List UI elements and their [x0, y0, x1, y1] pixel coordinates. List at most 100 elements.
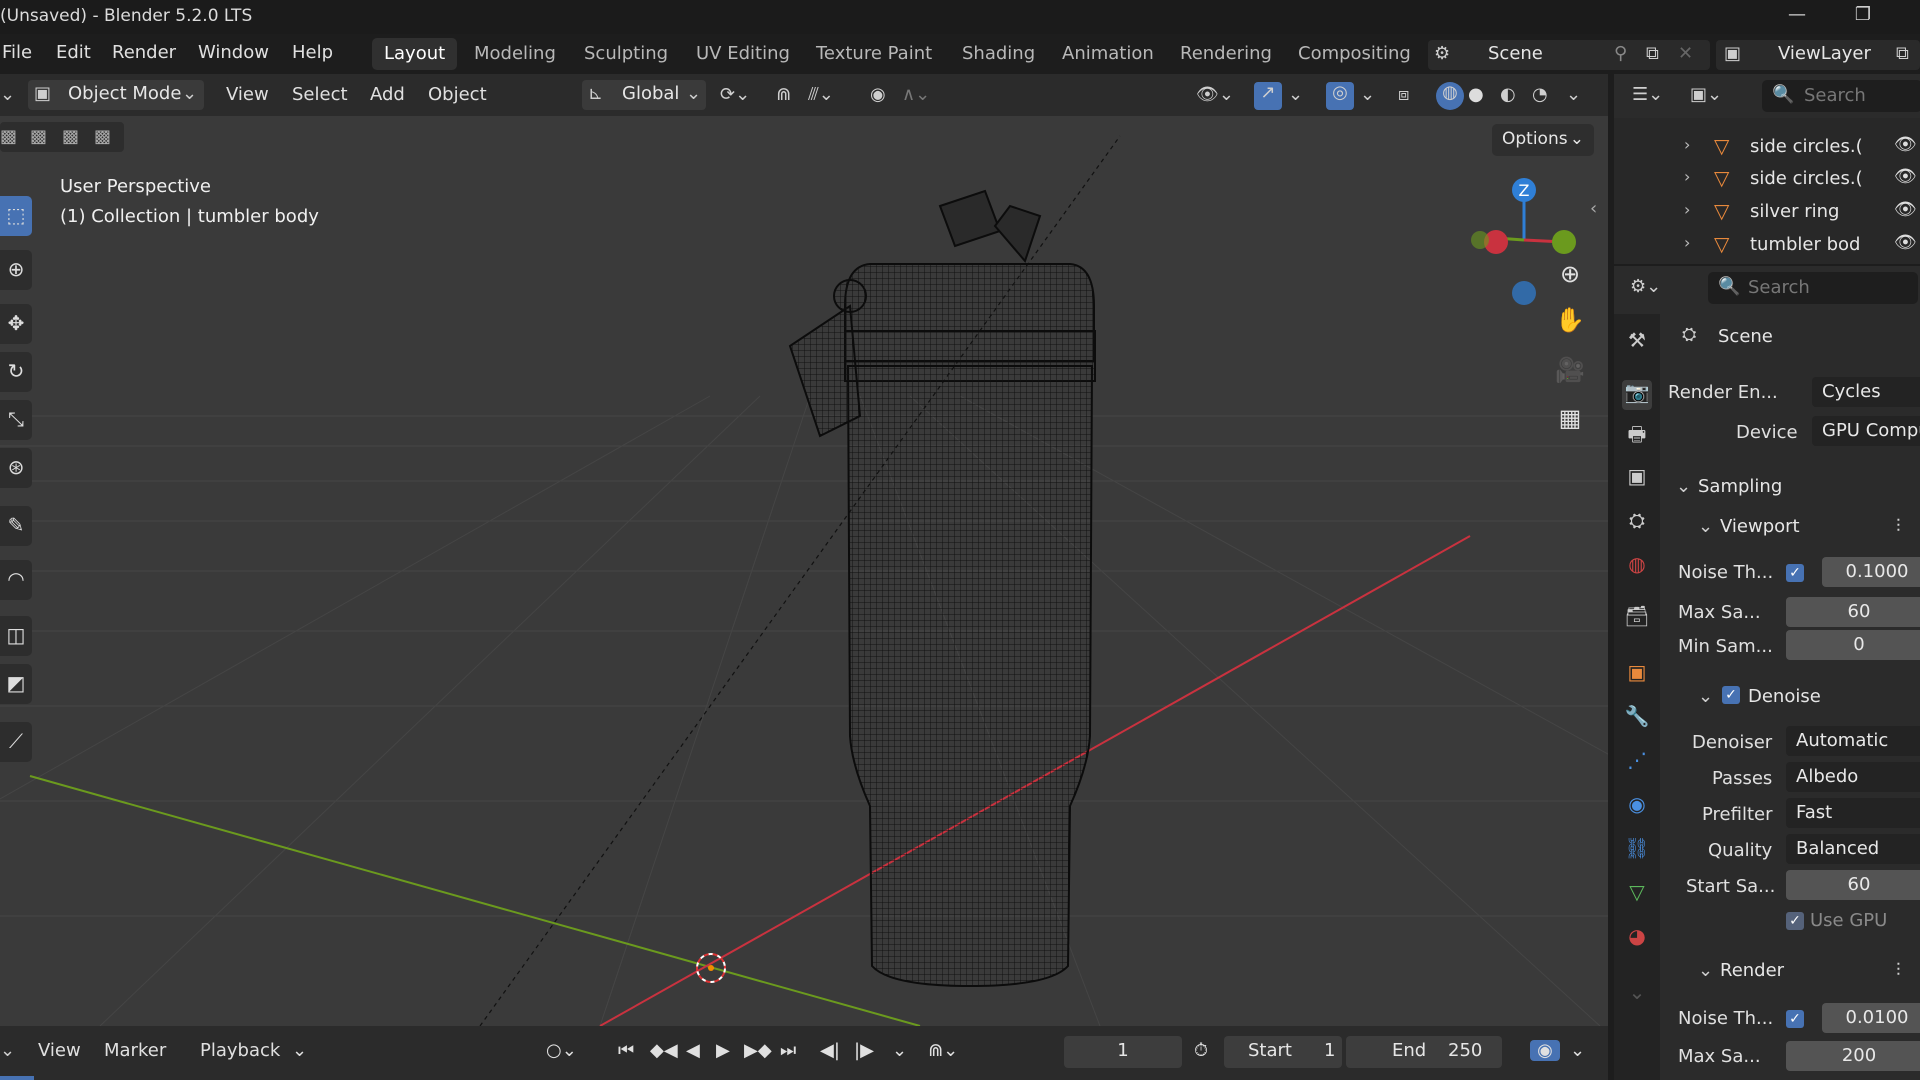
- pin-icon[interactable]: ⚲: [1614, 43, 1627, 64]
- tab-compositing[interactable]: Compositing: [1286, 38, 1423, 70]
- r-max-field[interactable]: 200: [1786, 1041, 1920, 1071]
- snap-target-icon[interactable]: ⫻⌄: [808, 84, 834, 105]
- r-noise-field[interactable]: 0.0100: [1822, 1003, 1920, 1033]
- collapse-sidebar-icon[interactable]: ‹: [1590, 198, 1597, 219]
- object-tab-icon[interactable]: ▣: [1622, 660, 1652, 690]
- chevron-down-icon[interactable]: ⌄: [1566, 84, 1581, 105]
- expand-arrow-icon[interactable]: ›: [1684, 233, 1690, 252]
- next-keyframe-icon[interactable]: ▶◆: [744, 1040, 772, 1061]
- new-view-layer-icon[interactable]: ⧉: [1896, 43, 1909, 64]
- editor-type-chevron-icon[interactable]: ⌄: [0, 1040, 15, 1061]
- output-tab-icon[interactable]: 🖶: [1622, 420, 1652, 450]
- chevron-down-icon[interactable]: ⌄: [1288, 84, 1303, 105]
- sampling-chevron-icon[interactable]: ⌄: [1676, 476, 1691, 497]
- select-box-tool-icon[interactable]: ⬚: [0, 196, 32, 236]
- collection-tab-icon[interactable]: 🗃: [1622, 604, 1652, 634]
- material-shading-icon[interactable]: ◐: [1500, 84, 1516, 105]
- outliner-search-input[interactable]: 🔍 Search: [1762, 80, 1920, 112]
- start-frame-field[interactable]: Start 1: [1224, 1036, 1342, 1068]
- view-layer-tab-icon[interactable]: ▣: [1622, 464, 1652, 494]
- measure-tool-icon[interactable]: ◠: [0, 560, 32, 600]
- perspective-toggle-icon[interactable]: ▦: [1550, 404, 1590, 444]
- camera-view-icon[interactable]: 🎥: [1550, 356, 1590, 396]
- menu-select[interactable]: Select: [292, 84, 348, 105]
- proportional-editing-icon[interactable]: ◉: [870, 84, 886, 105]
- outliner-item[interactable]: › ▽ side circles.( 👁: [1614, 162, 1920, 194]
- scene-selector[interactable]: ⚙ Scene ⚲ ⧉ ✕: [1428, 40, 1710, 70]
- 3d-viewport[interactable]: Z User Perspective (1) Collection | tumb…: [0, 116, 1608, 1026]
- pan-hand-icon[interactable]: ✋: [1550, 306, 1590, 346]
- options-dropdown[interactable]: Options ⌄: [1492, 124, 1594, 156]
- render-subheader[interactable]: Render: [1720, 960, 1784, 981]
- menu-file[interactable]: File: [2, 42, 32, 63]
- select-extend-icon[interactable]: ▩: [30, 126, 47, 147]
- add-cube-tool-icon[interactable]: ◫: [0, 616, 32, 656]
- new-scene-icon[interactable]: ⧉: [1646, 43, 1659, 64]
- overlay-toggle-icon[interactable]: ◎: [1326, 82, 1354, 110]
- rotate-tool-icon[interactable]: ↻: [0, 352, 32, 392]
- outliner-editor-type-icon[interactable]: ☰⌄: [1632, 84, 1663, 105]
- sampling-header[interactable]: Sampling: [1698, 476, 1782, 497]
- timeline-menu-marker[interactable]: Marker: [104, 1040, 166, 1061]
- modifier-tab-icon[interactable]: 🔧: [1622, 704, 1652, 734]
- rendered-shading-icon[interactable]: ◔: [1532, 84, 1548, 105]
- play-reverse-icon[interactable]: ◀: [686, 1040, 700, 1061]
- snap-timeline-icon[interactable]: ⋒⌄: [928, 1040, 958, 1061]
- properties-editor-type-icon[interactable]: ⚙⌄: [1630, 276, 1661, 297]
- eye-icon[interactable]: 👁: [1894, 199, 1917, 220]
- expand-arrow-icon[interactable]: ›: [1684, 167, 1690, 186]
- mode-dropdown[interactable]: ▣ Object Mode ⌄: [28, 80, 204, 110]
- viewport-subheader[interactable]: Viewport: [1720, 516, 1800, 537]
- vp-noise-field[interactable]: 0.1000: [1822, 557, 1920, 587]
- scale-tool-icon[interactable]: ⤡: [0, 400, 32, 440]
- expand-arrow-icon[interactable]: ›: [1684, 135, 1690, 154]
- editor-type-chevron-icon[interactable]: ⌄: [0, 84, 15, 105]
- tab-animation[interactable]: Animation: [1050, 38, 1166, 70]
- visibility-icon[interactable]: 👁⌄: [1196, 84, 1234, 105]
- vp-min-field[interactable]: 0: [1786, 630, 1920, 660]
- timeline-menu-view[interactable]: View: [38, 1040, 81, 1061]
- menu-add[interactable]: Add: [370, 84, 405, 105]
- auto-keying-icon[interactable]: ○⌄: [546, 1040, 577, 1061]
- eye-icon[interactable]: 👁: [1894, 166, 1917, 187]
- material-tab-icon[interactable]: ◕: [1622, 924, 1652, 954]
- scene-tab-icon[interactable]: ⛭: [1622, 508, 1652, 538]
- xray-icon[interactable]: ⧈: [1398, 84, 1409, 105]
- denoise-chevron-icon[interactable]: ⌄: [1698, 686, 1713, 707]
- start-sample-field[interactable]: 60: [1786, 870, 1920, 900]
- view-layer-selector[interactable]: ▣ ViewLayer ⧉: [1716, 40, 1920, 70]
- chevron-down-icon[interactable]: ⌄: [1570, 1040, 1585, 1061]
- jump-start-icon[interactable]: ⏮: [618, 1040, 634, 1061]
- more-tabs-chevron-icon[interactable]: ⌄: [1622, 980, 1652, 1010]
- denoise-subheader[interactable]: Denoise: [1748, 686, 1821, 707]
- use-gpu-checkbox[interactable]: ✓: [1786, 912, 1804, 930]
- viewport-chevron-icon[interactable]: ⌄: [1698, 516, 1713, 537]
- snap-icon[interactable]: ⋒: [776, 84, 791, 105]
- stopwatch-icon[interactable]: ⏱: [1194, 1040, 1208, 1061]
- transform-tool-icon[interactable]: ⊛: [0, 448, 32, 488]
- tumbler-mesh[interactable]: [788, 189, 1096, 988]
- menu-help[interactable]: Help: [292, 42, 333, 63]
- select-new-icon[interactable]: ▩: [0, 126, 17, 147]
- tab-sculpting[interactable]: Sculpting: [572, 38, 680, 70]
- tab-uv-editing[interactable]: UV Editing: [684, 38, 802, 70]
- render-tab-icon[interactable]: 📷: [1622, 380, 1652, 410]
- tool-tab-icon[interactable]: ⚒: [1622, 328, 1652, 358]
- data-tab-icon[interactable]: ▽: [1622, 880, 1652, 910]
- vp-max-field[interactable]: 60: [1786, 597, 1920, 627]
- menu-view[interactable]: View: [226, 84, 269, 105]
- gizmo-toggle-icon[interactable]: ↗: [1254, 82, 1282, 110]
- vp-noise-checkbox[interactable]: ✓: [1786, 564, 1804, 582]
- constraints-tab-icon[interactable]: ⛓: [1622, 836, 1652, 866]
- display-mode-icon[interactable]: ▣⌄: [1690, 84, 1722, 105]
- tab-shading[interactable]: Shading: [950, 38, 1047, 70]
- denoiser-dropdown[interactable]: Automatic: [1786, 726, 1920, 756]
- falloff-icon[interactable]: ∧⌄: [902, 84, 930, 105]
- current-frame-field[interactable]: 1: [1064, 1036, 1182, 1068]
- select-subtract-icon[interactable]: ▩: [62, 126, 79, 147]
- solid-shading-icon[interactable]: ●: [1468, 84, 1484, 105]
- play-icon[interactable]: ▶: [716, 1040, 730, 1061]
- cursor-tool-icon[interactable]: ⊕: [0, 250, 32, 290]
- restore-icon[interactable]: ❐: [1848, 4, 1878, 28]
- view-camera-icon[interactable]: ◉: [1530, 1040, 1560, 1061]
